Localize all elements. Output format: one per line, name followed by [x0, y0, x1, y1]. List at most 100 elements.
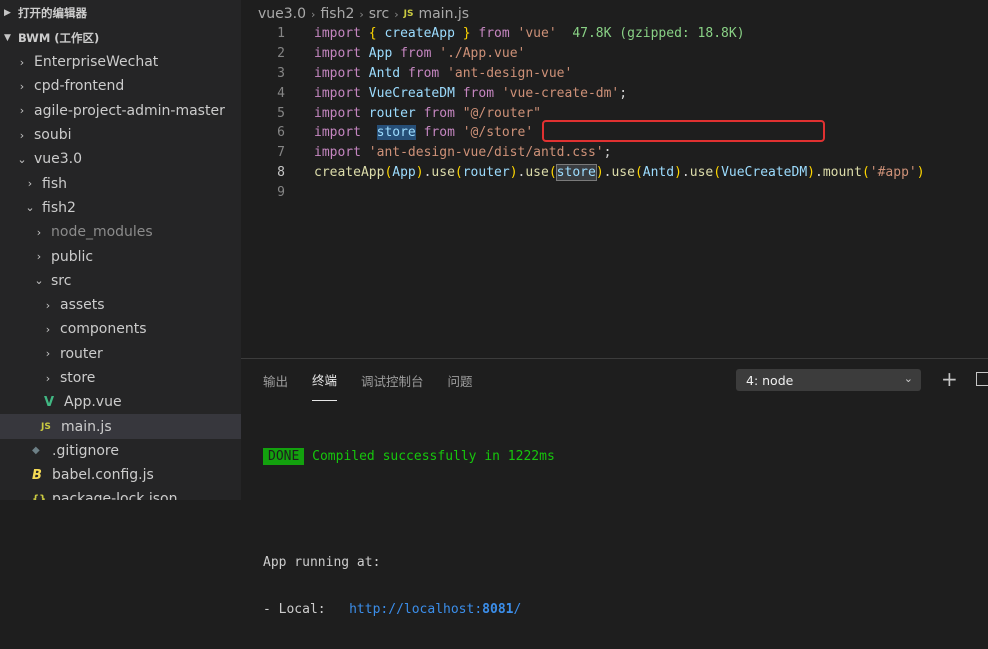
- tree-folder-assets[interactable]: › assets: [0, 293, 241, 317]
- tree-folder-src[interactable]: ⌄ src: [0, 269, 241, 293]
- tree-folder-fish[interactable]: › fish: [0, 171, 241, 195]
- tree-item-label: package-lock.json: [52, 491, 178, 500]
- keyword: from: [423, 125, 455, 141]
- code-line: 9: [241, 182, 988, 202]
- terminal-output[interactable]: DONE Compiled successfully in 1222ms App…: [263, 419, 555, 649]
- terminal-line: DONE Compiled successfully in 1222ms: [263, 448, 555, 466]
- local-url-slash: /: [513, 602, 522, 617]
- keyword: from: [462, 85, 495, 101]
- identifier: VueCreateDM: [721, 164, 808, 180]
- chevron-right-icon: ›: [311, 7, 316, 21]
- code-line: 7 import 'ant-design-vue/dist/antd.css';: [241, 143, 988, 163]
- code-line: 3 import Antd from 'ant-design-vue': [241, 64, 988, 84]
- git-file-icon: ◆: [32, 445, 40, 457]
- import-size-hint: 47.8K (gzipped: 18.8K): [572, 26, 745, 42]
- split-terminal-icon[interactable]: [976, 372, 988, 386]
- keyword: import: [314, 85, 361, 101]
- app-running-text: App running at:: [263, 555, 381, 570]
- punctuation: {: [360, 26, 385, 42]
- tree-file-app-vue[interactable]: V App.vue: [0, 390, 241, 414]
- code-editor[interactable]: vue3.0 › fish2 › src › JS main.js 1 impor…: [241, 0, 988, 358]
- tree-item-label: router: [60, 345, 103, 362]
- chevron-right-icon: ›: [394, 7, 399, 21]
- chevron-right-icon: ›: [45, 322, 51, 336]
- code-line: 2 import App from './App.vue': [241, 44, 988, 64]
- breadcrumb-item[interactable]: vue3.0: [258, 6, 306, 22]
- identifier-occurrence: store: [555, 163, 597, 181]
- breadcrumb-item[interactable]: fish2: [320, 6, 354, 22]
- tree-item-label: assets: [60, 297, 105, 314]
- line-number: 6: [277, 125, 285, 141]
- function-call: use: [525, 164, 549, 180]
- string: 'vue-create-dm': [501, 85, 620, 101]
- tree-item-label: fish2: [42, 199, 76, 216]
- tree-folder-node-modules[interactable]: › node_modules: [0, 220, 241, 244]
- terminal-select[interactable]: 4: node ⌄: [736, 369, 921, 391]
- tree-folder-vue3[interactable]: ⌄ vue3.0: [0, 147, 241, 171]
- tree-item-label: EnterpriseWechat: [34, 54, 159, 71]
- keyword: from: [407, 65, 440, 81]
- string: "@/router": [462, 105, 542, 121]
- babel-file-icon: B: [32, 467, 42, 483]
- line-number: 5: [277, 105, 285, 121]
- plus-icon[interactable]: +: [941, 367, 958, 391]
- workspace-header[interactable]: ▼ BWM (工作区): [0, 25, 241, 50]
- chevron-right-icon: ›: [45, 371, 51, 385]
- local-url[interactable]: http://localhost:: [349, 602, 482, 617]
- keyword: import: [314, 46, 361, 62]
- string: './App.vue': [439, 46, 526, 62]
- breadcrumb-item[interactable]: main.js: [418, 6, 469, 22]
- chevron-down-icon: ▼: [4, 32, 11, 43]
- tree-file-gitignore[interactable]: ◆ .gitignore: [0, 439, 241, 463]
- tree-folder-fish2[interactable]: ⌄ fish2: [0, 196, 241, 220]
- tree-folder-enterprisewechat[interactable]: › EnterpriseWechat: [0, 50, 241, 74]
- tree-folder-store[interactable]: › store: [0, 366, 241, 390]
- chevron-right-icon: ›: [359, 7, 364, 21]
- workspace-label: BWM (工作区): [18, 30, 100, 45]
- chevron-right-icon: ›: [36, 250, 42, 264]
- tree-item-label: babel.config.js: [52, 467, 154, 484]
- breadcrumb-item[interactable]: src: [369, 6, 389, 22]
- chevron-right-icon: ›: [19, 79, 25, 93]
- tree-folder-components[interactable]: › components: [0, 317, 241, 341]
- function-call: use: [689, 164, 714, 180]
- function-call: mount: [822, 164, 862, 180]
- tree-item-label: soubi: [34, 127, 72, 144]
- tree-file-main-js[interactable]: JS main.js: [0, 414, 241, 439]
- chevron-down-icon: ⌄: [34, 274, 44, 288]
- tree-file-babel-config[interactable]: B babel.config.js: [0, 463, 241, 487]
- keyword: import: [314, 26, 361, 42]
- tree-file-package-lock[interactable]: {} package-lock.json: [0, 487, 241, 500]
- tree-folder-router[interactable]: › router: [0, 342, 241, 366]
- local-port[interactable]: 8081: [482, 602, 513, 617]
- tree-folder-cpd-frontend[interactable]: › cpd-frontend: [0, 74, 241, 98]
- tab-debug-console[interactable]: 调试控制台: [361, 359, 424, 401]
- tree-folder-soubi[interactable]: › soubi: [0, 123, 241, 147]
- line-number: 9: [277, 184, 285, 200]
- function-call: createApp: [314, 164, 385, 180]
- identifier: VueCreateDM: [368, 85, 455, 101]
- tree-item-label: cpd-frontend: [34, 78, 125, 95]
- code-line: 4 import VueCreateDM from 'vue-create-dm'…: [241, 83, 988, 103]
- tab-output[interactable]: 输出: [263, 359, 288, 401]
- tree-item-label: store: [60, 370, 96, 386]
- tree-folder-agile-project-admin-master[interactable]: › agile-project-admin-master: [0, 99, 241, 123]
- open-editors-header[interactable]: ▶ 打开的编辑器: [0, 0, 241, 25]
- chevron-down-icon: ⌄: [903, 372, 913, 385]
- identifier: router: [462, 164, 510, 180]
- code-line-active: 8 createApp(App). use(router). use(store). u…: [241, 163, 988, 183]
- tab-terminal[interactable]: 终端: [312, 359, 338, 401]
- tree-item-label: main.js: [61, 418, 112, 435]
- tab-problems[interactable]: 问题: [448, 359, 473, 401]
- keyword: import: [314, 65, 361, 81]
- line-number: 4: [277, 85, 285, 101]
- string: '@/store': [462, 125, 534, 141]
- tree-item-label: components: [60, 321, 147, 338]
- line-number: 8: [277, 164, 285, 180]
- tree-folder-public[interactable]: › public: [0, 244, 241, 268]
- code-lines[interactable]: 1 import { createApp } from 'vue' 47.8K (…: [241, 24, 988, 202]
- keyword: import: [314, 145, 361, 161]
- terminal-select-value: 4: node: [746, 372, 794, 388]
- tree-item-label: public: [51, 248, 94, 265]
